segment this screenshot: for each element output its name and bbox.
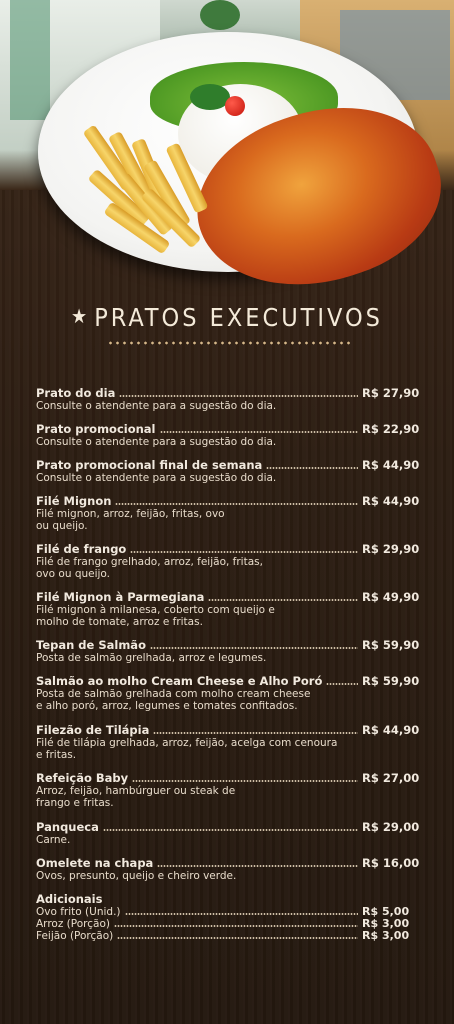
- menu-item: Filé Mignon R$ 44,90 Filé mignon, arroz, …: [36, 494, 420, 532]
- dotted-leader: [149, 647, 358, 649]
- menu-item-description: Posta de salmão grelhada, arroz e legume…: [36, 652, 267, 664]
- menu-item-price: R$ 59,90: [362, 638, 420, 652]
- extras-section: Adicionais Ovo frito (Unid.) R$ 5,00 Arro…: [36, 892, 414, 942]
- photo-plant: [200, 0, 240, 30]
- menu-item-price: R$ 44,90: [362, 494, 420, 508]
- extras-title: Adicionais: [36, 892, 103, 906]
- menu-item: Tepan de Salmão R$ 59,90 Posta de salmão …: [36, 638, 420, 664]
- menu-item-description: Consulte o atendente para a sugestão do …: [36, 400, 277, 412]
- menu-item-description: Consulte o atendente para a sugestão do …: [36, 436, 277, 448]
- menu-item: Prato do dia R$ 27,90 Consulte o atendent…: [36, 386, 420, 412]
- menu-item-name: Tepan de Salmão: [36, 638, 146, 652]
- french-fries: [82, 122, 244, 262]
- menu-item: Filezão de Tilápia R$ 44,90 Filé de tiláp…: [36, 723, 420, 761]
- menu-item-name: Salmão ao molho Cream Cheese e Alho Poró: [36, 674, 323, 688]
- menu-item: Omelete na chapa R$ 16,00 Ovos, presunto,…: [36, 856, 420, 882]
- menu-item-description: Filé mignon à milanesa, coberto com quei…: [36, 604, 275, 616]
- menu-item: Salmão ao molho Cream Cheese e Alho Poró…: [36, 674, 420, 712]
- extra-item-name: Feijão (Porção): [36, 930, 114, 942]
- menu-item: Prato promocional final de semana R$ 44,9…: [36, 458, 420, 484]
- menu-item-price: R$ 22,90: [362, 422, 420, 436]
- menu-item-name: Panqueca: [36, 820, 99, 834]
- title-dotted-divider: [107, 341, 352, 345]
- dotted-leader: [113, 925, 358, 927]
- extra-item-name: Arroz (Porção): [36, 918, 110, 930]
- dotted-leader: [117, 937, 358, 939]
- dotted-leader: [102, 829, 358, 831]
- extra-item-price: R$ 3,00: [362, 929, 410, 942]
- dotted-leader: [326, 683, 358, 685]
- dotted-leader: [130, 551, 358, 553]
- menu-item-name: Prato do dia: [36, 386, 116, 400]
- parsley-garnish: [190, 84, 230, 110]
- menu-item-price: R$ 59,90: [362, 674, 420, 688]
- menu-item: Filé de frango R$ 29,90 Filé de frango gr…: [36, 542, 420, 580]
- menu-item-description: Filé de frango grelhado, arroz, feijão, …: [36, 556, 263, 568]
- menu-item-description: Carne.: [36, 834, 71, 846]
- menu-item-price: R$ 29,90: [362, 542, 420, 556]
- menu-item-description: Ovos, presunto, queijo e cheiro verde.: [36, 870, 237, 882]
- menu-item: Panqueca R$ 29,00 Carne.: [36, 820, 420, 846]
- extra-item-name: Ovo frito (Unid.): [36, 906, 121, 918]
- dotted-leader: [157, 865, 358, 867]
- dotted-leader: [119, 395, 358, 397]
- menu-item-description: frango e fritas.: [36, 797, 114, 809]
- menu-item-description: Posta de salmão grelhada com molho cream…: [36, 688, 311, 700]
- menu-item-name: Prato promocional final de semana: [36, 458, 263, 472]
- menu-item-price: R$ 29,00: [362, 820, 420, 834]
- menu-item: Prato promocional R$ 22,90 Consulte o ate…: [36, 422, 420, 448]
- menu-item-name: Filé Mignon: [36, 494, 112, 508]
- menu-item: Refeição Baby R$ 27,00 Arroz, feijão, ham…: [36, 771, 420, 809]
- menu-item-name: Filé Mignon à Parmegiana: [36, 590, 205, 604]
- menu-item-description: ou queijo.: [36, 520, 88, 532]
- menu-item-name: Filezão de Tilápia: [36, 723, 150, 737]
- dotted-leader: [208, 599, 358, 601]
- dotted-leader: [124, 913, 358, 915]
- star-icon: ★: [71, 304, 91, 328]
- dotted-leader: [115, 503, 358, 505]
- cherry-tomato: [225, 96, 245, 116]
- dotted-leader: [266, 467, 358, 469]
- menu-item-description: Arroz, feijão, hambúrguer ou steak de: [36, 785, 236, 797]
- dotted-leader: [159, 431, 358, 433]
- page-title: ★ PRATOS EXECUTIVOS: [0, 303, 454, 332]
- menu-item-description: e alho poró, arroz, legumes e tomates co…: [36, 700, 298, 712]
- menu-item: Filé Mignon à Parmegiana R$ 49,90 Filé mi…: [36, 590, 420, 628]
- menu-item-price: R$ 16,00: [362, 856, 420, 870]
- menu-item-price: R$ 44,90: [362, 458, 420, 472]
- menu-item-description: Filé de tilápia grelhada, arroz, feijão,…: [36, 737, 338, 749]
- menu-item-price: R$ 49,90: [362, 590, 420, 604]
- dish-plate-image: [38, 32, 454, 316]
- dotted-leader: [153, 732, 358, 734]
- menu-item-name: Refeição Baby: [36, 771, 129, 785]
- photo-window: [10, 0, 50, 120]
- menu-item-name: Filé de frango: [36, 542, 127, 556]
- menu-item-description: Consulte o atendente para a sugestão do …: [36, 472, 277, 484]
- menu-item-description: Filé mignon, arroz, feijão, fritas, ovo: [36, 508, 225, 520]
- menu-item-name: Prato promocional: [36, 422, 156, 436]
- dotted-leader: [132, 780, 358, 782]
- menu-item-description: molho de tomate, arroz e fritas.: [36, 616, 203, 628]
- page-title-text: PRATOS EXECUTIVOS: [94, 303, 383, 332]
- menu-item-name: Omelete na chapa: [36, 856, 154, 870]
- menu-item-price: R$ 27,90: [362, 386, 420, 400]
- menu-item-description: ovo ou queijo.: [36, 568, 111, 580]
- menu-item-price: R$ 44,90: [362, 723, 420, 737]
- menu-item-price: R$ 27,00: [362, 771, 420, 785]
- menu-item-description: e fritas.: [36, 749, 77, 761]
